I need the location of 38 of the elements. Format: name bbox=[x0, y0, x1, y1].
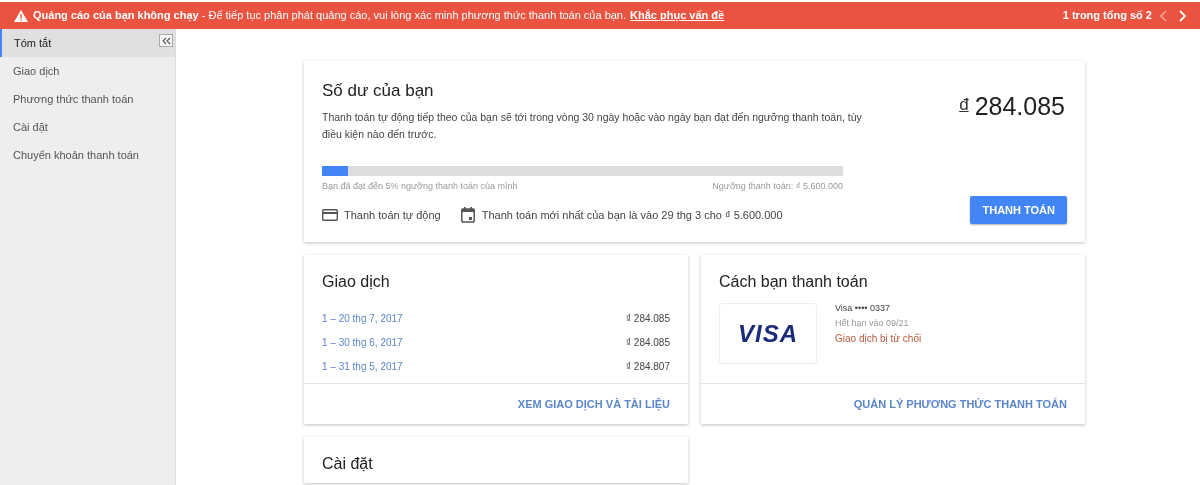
pager-label: 1 trong tổng số 2 bbox=[1062, 8, 1152, 24]
amount-text: ₫ 284.807 bbox=[625, 359, 670, 374]
amount-text: ₫ 284.085 bbox=[625, 311, 670, 326]
pay-button[interactable]: THANH TOÁN bbox=[970, 196, 1067, 224]
threshold-label: Ngưỡng thanh toán: ₫ 5.600.000 bbox=[712, 179, 843, 193]
currency-symbol: đ bbox=[959, 94, 969, 116]
card-title: Cài đặt bbox=[322, 454, 374, 474]
card-status: Giao dịch bị từ chối bbox=[835, 332, 922, 346]
sidebar-item[interactable]: Cài đặt bbox=[0, 113, 175, 141]
fix-issue-link[interactable]: Khắc phục vấn đề bbox=[630, 9, 725, 22]
alert-message: Quảng cáo của bạn không chạy - Để tiếp tục phân phát quảng cáo, vui lòng xác minh phương thức thanh toán của bạn. bbox=[33, 8, 627, 24]
calendar-icon bbox=[460, 207, 475, 224]
sidebar-item[interactable]: Giao dịch bbox=[0, 57, 175, 85]
last-payment-text: Thanh toán mới nhất của bạn là vào 29 thg 3 cho ₫ 5.600.000 bbox=[481, 208, 783, 223]
amount-text: ₫ 284.085 bbox=[625, 335, 670, 350]
visa-logo: VISA bbox=[738, 318, 798, 349]
view-transactions-link[interactable]: XEM GIAO DỊCH VÀ TÀI LIỆU bbox=[517, 395, 670, 413]
card-title: Số dư của bạn bbox=[322, 80, 435, 102]
sidebar-item[interactable]: Phương thức thanh toán bbox=[0, 85, 175, 113]
period-link[interactable]: 1 – 30 thg 6, 2017 bbox=[322, 334, 403, 350]
auto-payment-label: Thanh toán tự động bbox=[344, 208, 441, 223]
next-icon[interactable] bbox=[1178, 9, 1186, 22]
card-title: Giao dịch bbox=[322, 272, 391, 292]
credit-card-icon bbox=[322, 209, 338, 222]
sidebar-item[interactable]: Tóm tắt bbox=[0, 29, 175, 57]
balance-description: Thanh toán tự động tiếp theo của bạn sẽ tới trong vòng 30 ngày hoặc vào ngày bạn đạt đến ngưỡng thanh toán, tùy điều kiện nào đến trước. bbox=[322, 109, 862, 142]
balance-amount: 284.085 bbox=[974, 91, 1065, 122]
collapse-button[interactable] bbox=[159, 34, 173, 47]
period-link[interactable]: 1 – 31 thg 5, 2017 bbox=[322, 358, 403, 374]
card-name: Visa •••• 0337 bbox=[835, 302, 891, 315]
period-link[interactable]: 1 – 20 thg 7, 2017 bbox=[322, 310, 403, 326]
card-title: Cách bạn thanh toán bbox=[719, 272, 869, 292]
progress-caption: Bạn đã đạt đến 5% ngưỡng thanh toán của mình bbox=[322, 179, 518, 193]
card-expiry: Hết hạn vào 09/21 bbox=[835, 317, 910, 330]
warning-icon bbox=[14, 9, 28, 22]
double-chevron-icon bbox=[161, 36, 171, 45]
manage-payment-methods-link[interactable]: QUẢN LÝ PHƯƠNG THỨC THANH TOÁN bbox=[853, 395, 1067, 413]
sidebar-item[interactable]: Chuyển khoản thanh toán bbox=[0, 141, 175, 169]
